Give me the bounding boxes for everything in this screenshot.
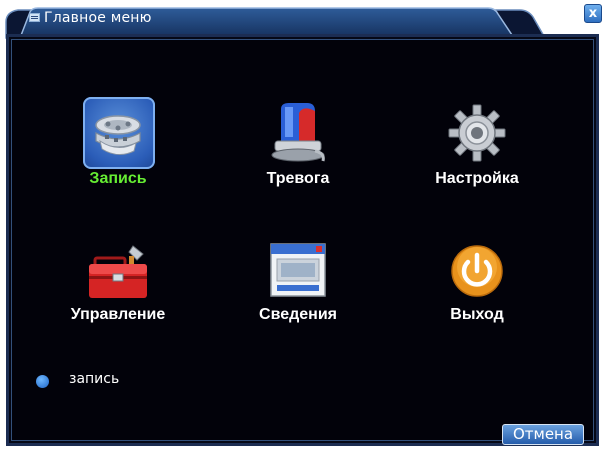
menu-item-alarm[interactable]: Тревога [223,97,373,197]
close-button[interactable]: x [584,4,602,23]
menu-item-info[interactable]: Сведения [223,240,373,330]
menu-item-exit[interactable]: Выход [402,240,552,330]
menu-item-label: Выход [450,306,504,323]
menu-item-label: Управление [70,306,166,323]
siren-icon [271,103,325,162]
info-window-icon [270,243,326,297]
film-reel-icon [95,115,141,155]
main-menu-window: Главное меню x Запись Тревога Настройка … [0,0,605,450]
menu-item-settings[interactable]: Настройка [402,97,552,197]
toolbox-icon [89,245,147,298]
status-dot-icon [36,375,49,388]
status-text: запись [69,371,120,387]
cancel-button[interactable]: Отмена [502,424,584,445]
menu-item-label: Тревога [266,170,330,187]
menu-item-label: Запись [89,170,147,187]
gear-icon [448,104,506,162]
menu-grid-icon [29,13,40,22]
menu-item-label: Настройка [435,170,519,187]
menu-item-record[interactable]: Запись [43,97,193,197]
menu-item-management[interactable]: Управление [43,240,193,330]
window-title: Главное меню [44,10,152,26]
power-icon [451,245,503,297]
menu-item-label: Сведения [259,306,337,323]
